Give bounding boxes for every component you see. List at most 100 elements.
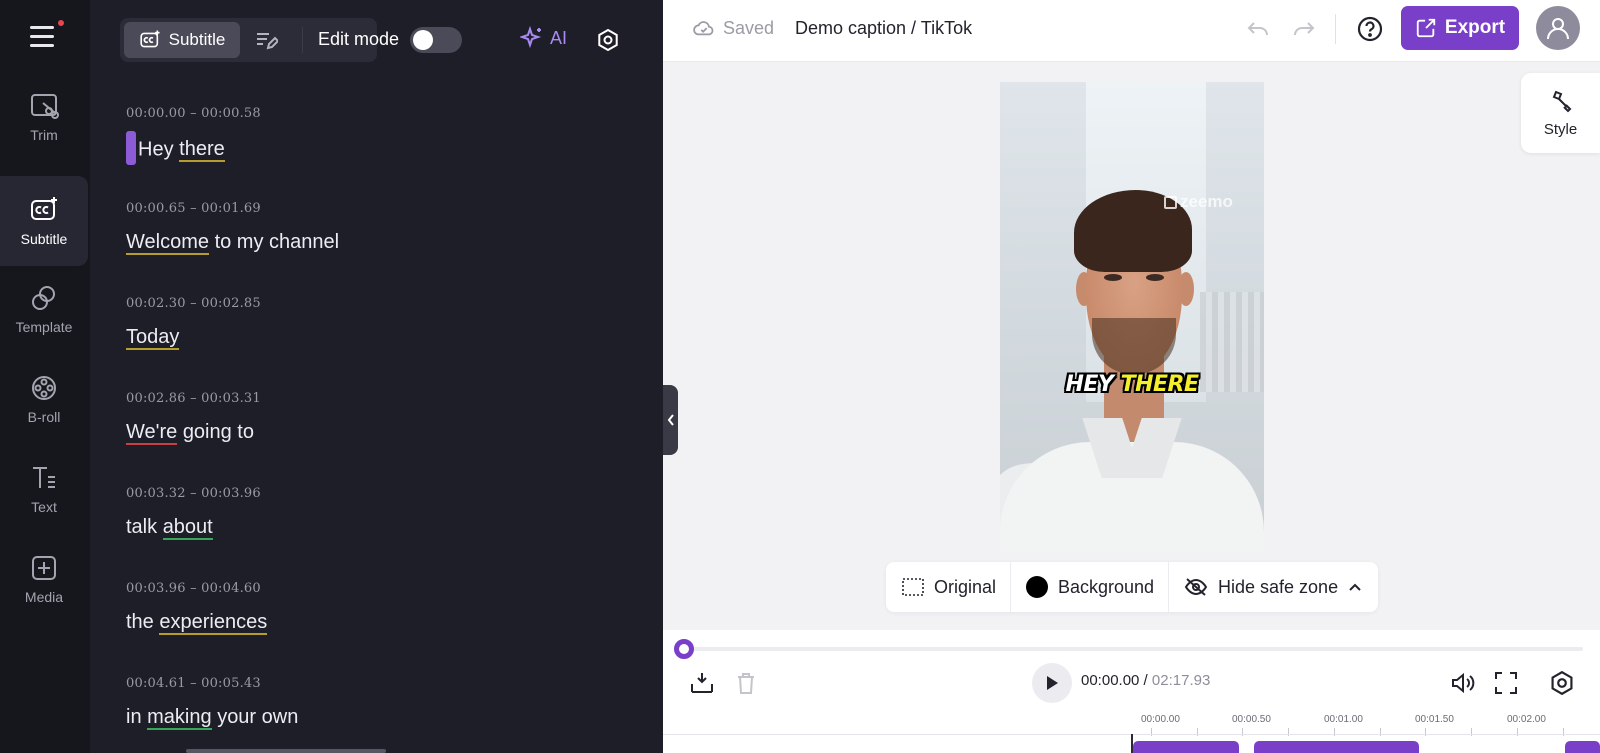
watermark-logo-icon — [1164, 195, 1177, 209]
collapse-panel-button[interactable] — [663, 385, 678, 455]
panel-scrollbar[interactable] — [186, 749, 386, 753]
cue-text[interactable]: Today — [126, 323, 626, 351]
caption-word-highlight: THERE — [1120, 372, 1199, 397]
ruler-tick-label: 00:01.00 — [1324, 714, 1363, 725]
cue-text[interactable]: the experiences — [126, 608, 626, 636]
menu-icon[interactable] — [30, 26, 60, 52]
cue-text[interactable]: Hey there — [126, 131, 626, 165]
cue-timestamp[interactable]: 00:02.86 – 00:03.31 — [126, 391, 626, 406]
trash-icon[interactable] — [733, 670, 759, 696]
edit-lines-icon — [257, 33, 278, 50]
volume-icon[interactable] — [1449, 670, 1475, 696]
subtitle-cue[interactable]: 00:04.61 – 00:05.43 in making your own — [126, 676, 626, 731]
rail-item-broll[interactable]: B-roll — [0, 354, 88, 444]
rail-item-media[interactable]: Media — [0, 534, 88, 624]
cue-word[interactable]: We're — [126, 421, 178, 445]
dashed-frame-icon — [902, 578, 924, 596]
subtitle-cue[interactable]: 00:03.96 – 00:04.60 the experiences — [126, 581, 626, 636]
original-ratio-button[interactable]: Original — [902, 562, 996, 612]
rail-item-template[interactable]: Template — [0, 264, 88, 354]
background-button[interactable]: Background — [1026, 562, 1154, 612]
cue-text[interactable]: Welcome to my channel — [126, 228, 626, 256]
cue-word[interactable]: your own — [217, 706, 298, 728]
template-icon — [32, 286, 55, 310]
subtitle-view-button[interactable]: Subtitle — [124, 22, 240, 58]
cue-word[interactable]: going to — [183, 421, 254, 443]
cue-word[interactable]: Welcome — [126, 231, 209, 255]
edit-mode-toggle[interactable] — [410, 27, 462, 53]
cue-timestamp[interactable]: 00:04.61 – 00:05.43 — [126, 676, 626, 691]
background-label: Background — [1058, 576, 1155, 597]
cue-word[interactable]: in — [126, 706, 142, 728]
preview-controls: Original Background Hide safe zone — [886, 562, 1378, 612]
ai-label: AI — [550, 27, 568, 48]
undo-icon[interactable] — [1245, 16, 1271, 42]
style-tab[interactable]: Style — [1521, 73, 1600, 153]
edit-mode-label: Edit mode — [318, 29, 400, 49]
subtitle-cue[interactable]: 00:00.65 – 00:01.69 Welcome to my channel — [126, 201, 626, 256]
timeline: 00:00.00 / 02:17.93 00:00.00 00:00.50 00:0… — [663, 630, 1600, 753]
avatar[interactable] — [1536, 6, 1580, 50]
play-button[interactable] — [1032, 663, 1072, 703]
cue-text[interactable]: in making your own — [126, 703, 626, 731]
subtitle-cue[interactable]: 00:02.86 – 00:03.31 We're going to — [126, 391, 626, 446]
text-edit-view-button[interactable] — [244, 22, 288, 58]
scrub-track[interactable] — [683, 647, 1583, 651]
rail-label: Subtitle — [20, 231, 68, 247]
eye — [1146, 274, 1164, 281]
settings-icon[interactable] — [596, 28, 620, 52]
cue-word[interactable]: Hey — [138, 138, 174, 160]
ruler-tick-label: 00:01.50 — [1415, 714, 1454, 725]
fullscreen-icon[interactable] — [1493, 670, 1519, 696]
rail-label: B-roll — [27, 409, 61, 425]
subtitle-cue[interactable]: 00:03.32 – 00:03.96 talk about — [126, 486, 626, 541]
film-reel-icon — [32, 376, 56, 400]
cue-word[interactable]: there — [179, 138, 225, 163]
subtitle-cue[interactable]: 00:02.30 – 00:02.85 Today — [126, 296, 626, 351]
help-icon[interactable] — [1356, 15, 1384, 43]
settings-icon[interactable] — [1549, 670, 1575, 696]
cue-word[interactable]: talk — [126, 516, 157, 538]
time-ruler[interactable]: 00:00.00 00:00.50 00:01.00 00:01.50 00:02.00 — [1131, 714, 1600, 736]
cue-word[interactable]: experiences — [159, 611, 268, 635]
redo-icon[interactable] — [1291, 16, 1317, 42]
subtitle-view-label: Subtitle — [168, 30, 226, 49]
user-icon — [1547, 18, 1569, 40]
hide-safe-zone-button[interactable]: Hide safe zone — [1184, 562, 1362, 612]
video-preview[interactable]: zeemo HEY THERE — [1000, 82, 1264, 552]
cue-timestamp[interactable]: 00:03.96 – 00:04.60 — [126, 581, 626, 596]
watermark: zeemo — [1164, 192, 1233, 212]
topbar-divider — [1335, 14, 1336, 44]
ai-button[interactable]: AI — [520, 26, 567, 50]
rail-item-trim[interactable]: Trim — [0, 72, 88, 162]
split-down-icon[interactable] — [689, 670, 715, 696]
document-title[interactable]: Demo caption / TikTok — [795, 18, 972, 39]
caption-clip[interactable] — [1565, 741, 1600, 753]
rail-item-text[interactable]: Text — [0, 444, 88, 534]
cue-word[interactable]: to my channel — [215, 231, 340, 253]
safe-zone-label: Hide safe zone — [1218, 576, 1339, 597]
cue-word[interactable]: making — [147, 706, 212, 730]
ruler-tick-label: 00:00.00 — [1141, 714, 1180, 725]
cue-timestamp[interactable]: 00:02.30 – 00:02.85 — [126, 296, 626, 311]
cue-text[interactable]: We're going to — [126, 418, 626, 446]
toggle-knob — [413, 30, 433, 50]
cue-timestamp[interactable]: 00:00.65 – 00:01.69 — [126, 201, 626, 216]
cue-word[interactable]: Today — [126, 326, 180, 350]
caption-overlay[interactable]: HEY THERE — [1000, 372, 1264, 397]
rail-label: Template — [15, 319, 73, 335]
subtitle-cue[interactable]: 00:00.00 – 00:00.58 Hey there — [126, 106, 626, 165]
caption-clip[interactable] — [1133, 741, 1239, 753]
export-button[interactable]: Export — [1401, 6, 1519, 50]
cue-word[interactable]: about — [162, 516, 213, 540]
scrub-handle[interactable] — [674, 639, 694, 659]
chevron-left-icon — [667, 414, 674, 426]
caption-clip[interactable] — [1254, 741, 1419, 753]
rail-item-subtitle[interactable]: Subtitle — [0, 176, 88, 266]
cue-timestamp[interactable]: 00:00.00 – 00:00.58 — [126, 106, 626, 121]
eye-off-icon — [1184, 578, 1208, 596]
rail-label: Text — [31, 499, 57, 515]
cue-timestamp[interactable]: 00:03.32 – 00:03.96 — [126, 486, 626, 501]
cue-word[interactable]: the — [126, 611, 154, 633]
cue-text[interactable]: talk about — [126, 513, 626, 541]
